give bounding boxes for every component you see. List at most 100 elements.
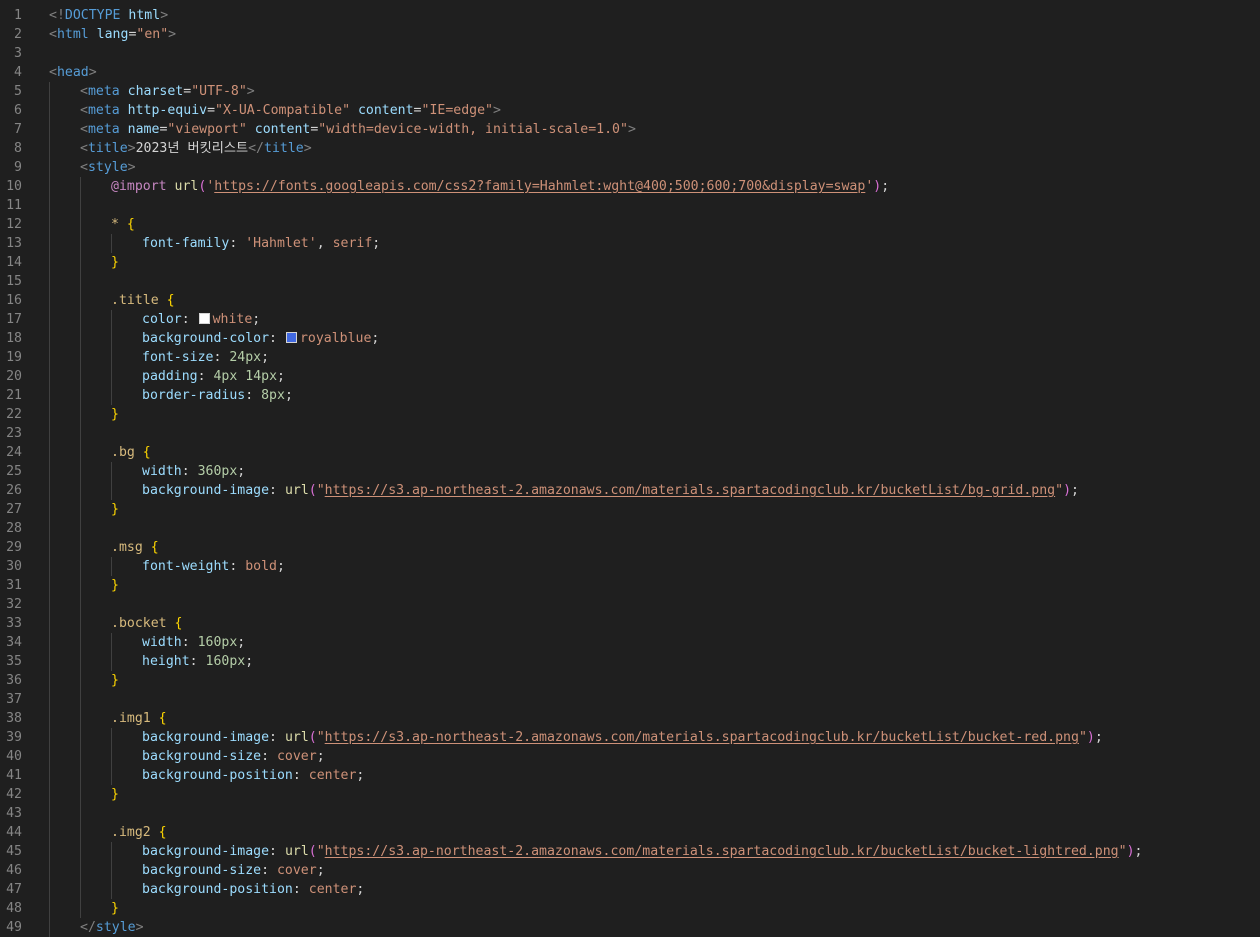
code-line[interactable]: 6 <meta http-equiv="X-UA-Compatible" cont… bbox=[0, 101, 1260, 120]
token-text: ; bbox=[277, 369, 285, 384]
code-line[interactable]: 48} bbox=[0, 899, 1260, 918]
indent-guide bbox=[111, 861, 112, 880]
token-url[interactable]: https://s3.ap-northeast-2.amazonaws.com/… bbox=[325, 844, 1119, 859]
code-line[interactable]: 7 <meta name="viewport" content="width=de… bbox=[0, 120, 1260, 139]
code-line[interactable]: 31} bbox=[0, 576, 1260, 595]
token-str: "width=device-width, initial-scale=1.0" bbox=[318, 122, 628, 137]
token-tag: DOCTYPE bbox=[64, 8, 121, 23]
code-line[interactable]: 8 <title>2023년 버킷리스트</title> bbox=[0, 139, 1260, 158]
code-line[interactable]: 38 .img1 { bbox=[0, 709, 1260, 728]
code-line[interactable]: 9 <style> bbox=[0, 158, 1260, 177]
code-content: <meta name="viewport" content="width=dev… bbox=[80, 120, 636, 139]
code-line[interactable]: 32 bbox=[0, 595, 1260, 614]
indent-guide bbox=[80, 595, 81, 614]
color-swatch-icon[interactable] bbox=[198, 313, 210, 324]
token-text: = bbox=[207, 103, 216, 118]
code-line[interactable]: 40 background-size: cover; bbox=[0, 747, 1260, 766]
code-line[interactable]: 49 </style> bbox=[0, 918, 1260, 937]
code-line[interactable]: 12 * { bbox=[0, 215, 1260, 234]
code-line[interactable]: 26 background-image: url("https://s3.ap-n… bbox=[0, 481, 1260, 500]
code-line[interactable]: 46 background-size: cover; bbox=[0, 861, 1260, 880]
indent-guide bbox=[49, 728, 50, 747]
token-text: ; bbox=[237, 635, 246, 650]
code-line[interactable]: 20 padding: 4px 14px; bbox=[0, 367, 1260, 386]
indent-guide bbox=[49, 804, 50, 823]
code-content: font-weight: bold; bbox=[142, 557, 285, 576]
line-number: 5 bbox=[14, 84, 22, 99]
code-line[interactable]: 11 bbox=[0, 196, 1260, 215]
token-text: ; bbox=[316, 749, 325, 764]
indent-guide bbox=[111, 652, 112, 671]
code-line[interactable]: 22} bbox=[0, 405, 1260, 424]
code-line[interactable]: 44 .img2 { bbox=[0, 823, 1260, 842]
indent-guide bbox=[111, 728, 112, 747]
code-content: padding: 4px 14px; bbox=[142, 367, 285, 386]
token-url[interactable]: https://s3.ap-northeast-2.amazonaws.com/… bbox=[325, 730, 1079, 745]
token-sel: * bbox=[111, 217, 119, 232]
code-line[interactable]: 15 bbox=[0, 272, 1260, 291]
code-line[interactable]: 47 background-position: center; bbox=[0, 880, 1260, 899]
code-line[interactable]: 43 bbox=[0, 804, 1260, 823]
code-line[interactable]: 17 color: white; bbox=[0, 310, 1260, 329]
code-content: } bbox=[111, 899, 119, 918]
code-line[interactable]: 2 <html lang="en"> bbox=[0, 25, 1260, 44]
code-line[interactable]: 45 background-image: url("https://s3.ap-n… bbox=[0, 842, 1260, 861]
line-number: 34 bbox=[6, 635, 22, 650]
line-number: 37 bbox=[6, 692, 22, 707]
code-line[interactable]: 36} bbox=[0, 671, 1260, 690]
code-line[interactable]: 3 bbox=[0, 44, 1260, 63]
token-attr: http-equiv bbox=[127, 103, 208, 118]
code-line[interactable]: 35 height: 160px; bbox=[0, 652, 1260, 671]
token-text: ; bbox=[371, 331, 380, 346]
indent-guide bbox=[49, 291, 50, 310]
code-line[interactable]: 1 <!DOCTYPE html> bbox=[0, 6, 1260, 25]
token-text: ; bbox=[316, 863, 325, 878]
line-number: 42 bbox=[6, 787, 22, 802]
token-prop: background-color bbox=[142, 331, 270, 346]
code-line[interactable]: 21 border-radius: 8px; bbox=[0, 386, 1260, 405]
token-str: " bbox=[316, 844, 325, 859]
indent-guide bbox=[49, 709, 50, 728]
line-number: 23 bbox=[6, 426, 22, 441]
code-line[interactable]: 42} bbox=[0, 785, 1260, 804]
code-line[interactable]: 27} bbox=[0, 500, 1260, 519]
code-content: .bocket { bbox=[111, 614, 182, 633]
token-url[interactable]: https://fonts.googleapis.com/css2?family… bbox=[214, 179, 865, 194]
code-line[interactable]: 10 @import url('https://fonts.googleapis.… bbox=[0, 177, 1260, 196]
code-line[interactable]: 30 font-weight: bold; bbox=[0, 557, 1260, 576]
token-tag: head bbox=[56, 65, 89, 80]
code-line[interactable]: 41 background-position: center; bbox=[0, 766, 1260, 785]
code-line[interactable]: 18 background-color: royalblue; bbox=[0, 329, 1260, 348]
code-line[interactable]: 25 width: 360px; bbox=[0, 462, 1260, 481]
token-brace: { bbox=[126, 217, 135, 232]
code-line[interactable]: 16 .title { bbox=[0, 291, 1260, 310]
code-line[interactable]: 28 bbox=[0, 519, 1260, 538]
code-line[interactable]: 39 background-image: url("https://s3.ap-n… bbox=[0, 728, 1260, 747]
token-url[interactable]: https://s3.ap-northeast-2.amazonaws.com/… bbox=[325, 483, 1055, 498]
token-attr: content bbox=[254, 122, 311, 137]
code-line[interactable]: 5 <meta charset="UTF-8"> bbox=[0, 82, 1260, 101]
indent-guide bbox=[80, 386, 81, 405]
token-text: ; bbox=[1071, 483, 1079, 498]
code-line[interactable]: 4 <head> bbox=[0, 63, 1260, 82]
code-line[interactable]: 23 bbox=[0, 424, 1260, 443]
code-line[interactable]: 19 font-size: 24px; bbox=[0, 348, 1260, 367]
code-line[interactable]: 14} bbox=[0, 253, 1260, 272]
indent-guide bbox=[80, 652, 81, 671]
code-content: <title>2023년 버킷리스트</title> bbox=[80, 139, 312, 158]
code-line[interactable]: 34 width: 160px; bbox=[0, 633, 1260, 652]
token-brace: { bbox=[158, 711, 167, 726]
code-line[interactable]: 13 font-family: 'Hahmlet', serif; bbox=[0, 234, 1260, 253]
token-text: 2023년 버킷리스트 bbox=[135, 141, 249, 156]
code-line[interactable]: 29 .msg { bbox=[0, 538, 1260, 557]
code-line[interactable]: 24 .bg { bbox=[0, 443, 1260, 462]
token-str: "UTF-8" bbox=[191, 84, 247, 99]
code-line[interactable]: 37 bbox=[0, 690, 1260, 709]
code-content: height: 160px; bbox=[142, 652, 253, 671]
code-editor[interactable]: 1 <!DOCTYPE html> 2 <html lang="en"> 3 4 <head… bbox=[0, 0, 1260, 937]
color-swatch-icon[interactable] bbox=[285, 332, 297, 343]
code-line[interactable]: 33 .bocket { bbox=[0, 614, 1260, 633]
